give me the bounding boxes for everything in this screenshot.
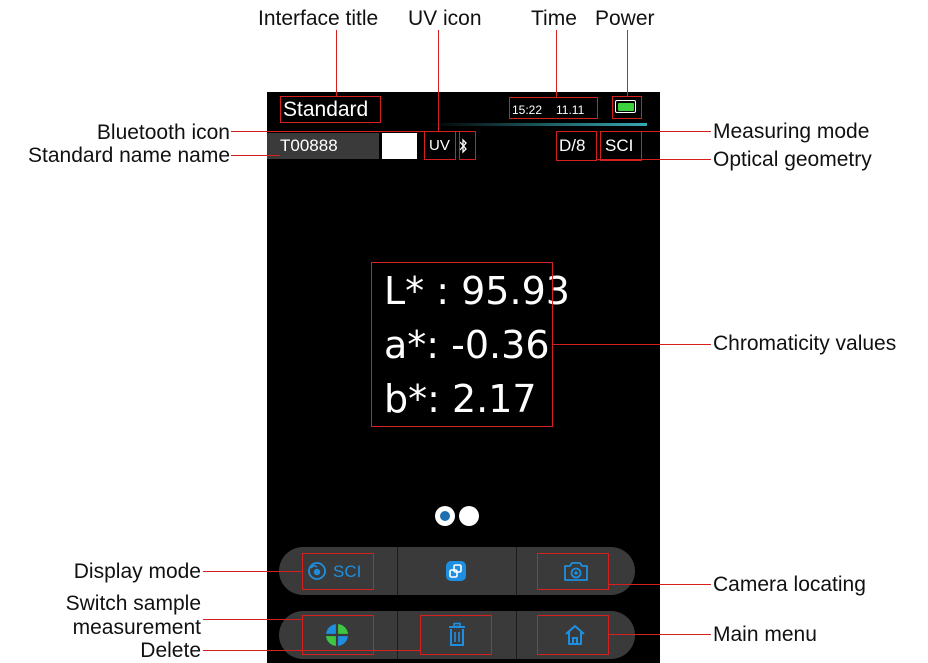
highlight-bluetooth bbox=[459, 131, 476, 160]
highlight-uv bbox=[424, 131, 456, 160]
label-bluetooth-icon: Bluetooth icon bbox=[96, 121, 230, 144]
leader-measuring-mode bbox=[642, 131, 711, 132]
leader-chromaticity bbox=[553, 344, 711, 345]
label-optical-geometry: Optical geometry bbox=[713, 148, 872, 171]
highlight-camera bbox=[537, 553, 609, 590]
label-camera-locating: Camera locating bbox=[713, 573, 866, 596]
leader-standard-name bbox=[231, 155, 280, 156]
label-main-menu: Main menu bbox=[713, 623, 817, 646]
label-display-mode: Display mode bbox=[73, 560, 201, 583]
label-measuring-mode: Measuring mode bbox=[713, 120, 870, 143]
leader-bluetooth bbox=[231, 131, 459, 132]
leader-power bbox=[627, 30, 628, 96]
leader-uv-icon bbox=[438, 30, 439, 131]
label-uv-icon: UV icon bbox=[408, 7, 482, 30]
page-dot-active-center bbox=[440, 511, 450, 521]
standard-name: T00888 bbox=[280, 136, 338, 155]
highlight-geometry bbox=[556, 131, 597, 161]
switch-icon bbox=[446, 561, 466, 581]
highlight-time bbox=[509, 97, 598, 119]
page-dot-active[interactable] bbox=[435, 506, 455, 526]
leader-switch-sample bbox=[203, 619, 302, 620]
label-chromaticity-values: Chromaticity values bbox=[713, 332, 897, 355]
leader-display-mode bbox=[203, 571, 302, 572]
label-switch-sample-1: Switch sample bbox=[65, 592, 201, 615]
leader-camera bbox=[609, 584, 711, 585]
status-divider bbox=[427, 123, 647, 126]
leader-optical-geometry bbox=[597, 159, 711, 160]
page-dot[interactable] bbox=[459, 506, 479, 526]
switch-button[interactable] bbox=[397, 547, 516, 595]
highlight-main-menu bbox=[537, 615, 609, 655]
label-time: Time bbox=[531, 7, 577, 30]
highlight-power bbox=[612, 96, 642, 119]
leader-main-menu bbox=[609, 634, 711, 635]
highlight-display-mode bbox=[302, 553, 374, 590]
standard-color-swatch bbox=[382, 133, 417, 159]
label-interface-title: Interface title bbox=[258, 7, 379, 30]
leader-delete bbox=[203, 650, 420, 651]
highlight-delete bbox=[420, 615, 492, 655]
label-switch-sample-2: measurement bbox=[72, 616, 201, 639]
label-delete: Delete bbox=[140, 639, 201, 662]
leader-interface-title bbox=[336, 30, 337, 96]
highlight-values bbox=[371, 262, 553, 427]
label-power: Power bbox=[595, 7, 655, 30]
label-standard-name: Standard name name bbox=[28, 144, 230, 167]
highlight-interface-title bbox=[280, 96, 381, 123]
highlight-switch-sample bbox=[302, 615, 374, 655]
highlight-measuring-mode bbox=[600, 131, 642, 161]
leader-time bbox=[556, 30, 557, 97]
